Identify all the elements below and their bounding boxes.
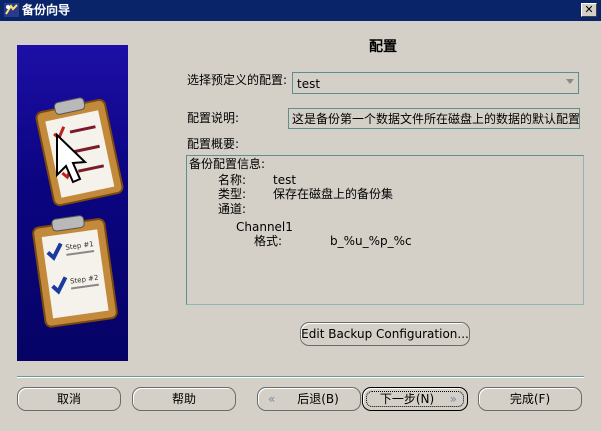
close-icon: ✕ [584,3,594,16]
cancel-button[interactable]: 取消 [17,387,121,411]
summary-header: 备份配置信息: [189,157,266,171]
clipboard-illustration: Step #1 Step #2 [32,97,124,328]
chevron-left-double-icon: « [268,392,276,406]
config-description-field[interactable]: 这是备份第一个数据文件所在磁盘上的数据的默认配置 [288,108,580,129]
page-title: 配置 [369,39,397,55]
edit-backup-configuration-label: Edit Backup Configuration... [301,327,469,341]
close-button[interactable]: ✕ [581,3,597,17]
summary-channel-name: Channel1 [236,220,293,234]
predefined-config-value: test [297,77,321,91]
help-label: 帮助 [171,392,196,406]
predefined-config-label: 选择预定义的配置: [187,73,288,87]
help-button[interactable]: 帮助 [132,387,236,411]
divider [17,376,584,378]
next-button[interactable]: 下一步(N) » [362,387,468,411]
finish-label: 完成(F) [509,392,551,406]
wizard-illustration-panel: Step #1 Step #2 [17,45,128,361]
finish-button[interactable]: 完成(F) [478,387,582,411]
summary-format-key: 格式: [254,234,283,248]
back-label: 后退(B) [297,392,339,406]
chevron-right-double-icon: » [449,392,457,406]
window-title: 备份向导 [22,3,71,17]
summary-channel-key: 通道: [218,202,247,216]
predefined-config-select[interactable]: test [292,72,579,94]
summary-type-key: 类型: [218,187,247,201]
summary-format-value: b_%u_%p_%c [330,234,412,248]
wizard-app-icon [4,3,19,17]
config-description-value: 这是备份第一个数据文件所在磁盘上的数据的默认配置 [292,112,580,126]
summary-type-value: 保存在磁盘上的备份集 [273,187,394,201]
summary-name-key: 名称: [218,173,247,187]
chevron-down-icon [566,79,574,84]
title-bar: 备份向导 ✕ [0,0,601,21]
config-description-label: 配置说明: [187,111,240,125]
config-summary-box[interactable]: 备份配置信息: 名称: test 类型: 保存在磁盘上的备份集 通道: Chan… [186,155,584,305]
back-button[interactable]: « 后退(B) [257,387,361,411]
summary-name-value: test [273,173,297,187]
config-summary-label: 配置概要: [187,137,240,151]
cancel-label: 取消 [56,392,81,406]
edit-backup-configuration-button[interactable]: Edit Backup Configuration... [300,322,470,346]
